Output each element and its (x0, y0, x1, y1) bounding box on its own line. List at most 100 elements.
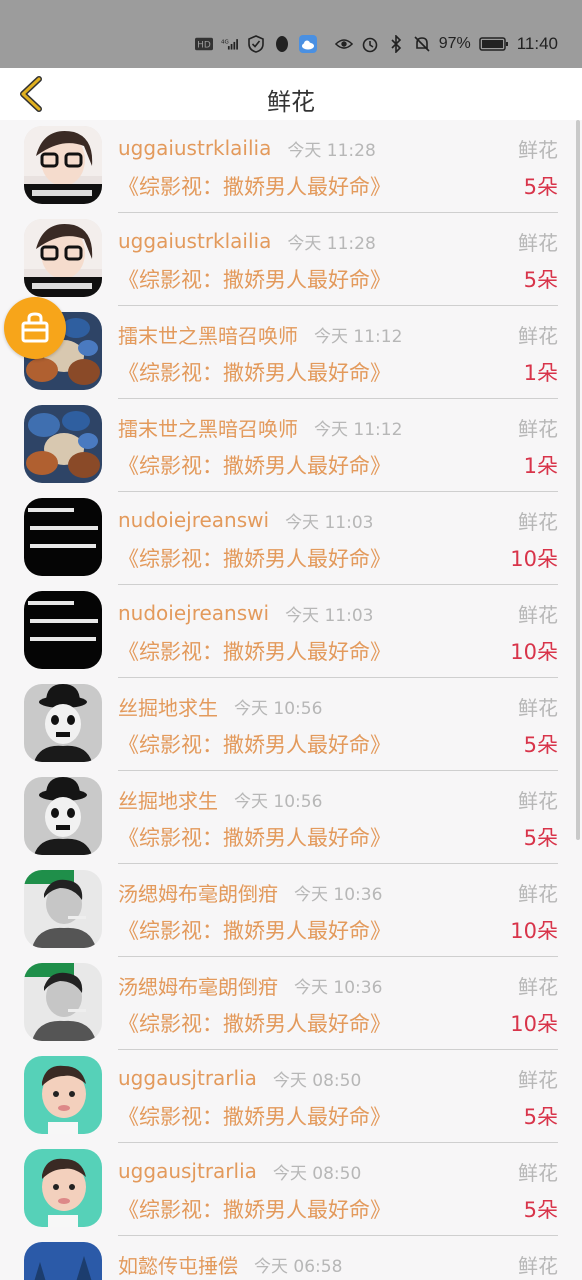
list-item-header: 汤缌姆布毫朗倒疳 今天 10:36 鲜花 (118, 878, 558, 907)
floating-bag-button[interactable] (4, 297, 66, 359)
scrollbar[interactable] (576, 120, 580, 840)
list-item-header: nudoiejreanswi 今天 11:03 鲜花 (118, 599, 558, 627)
user-name[interactable]: nudoiejreanswi (118, 508, 269, 532)
user-name[interactable]: nudoiejreanswi (118, 601, 269, 625)
list-item[interactable]: 擂末世之黑暗召唤师 今天 11:12 鲜花 《综影视：撒娇男人最好命》 1朵 (0, 399, 582, 492)
status-time: 11:40 (516, 34, 558, 53)
status-icons: HD 4G 97% 11:40 (194, 32, 558, 56)
gift-count: 5朵 (523, 1105, 558, 1129)
user-name[interactable]: uggaiustrklailia (118, 229, 271, 253)
gift-type-label: 鲜花 (518, 789, 558, 813)
list-item[interactable]: uggausjtrarlia 今天 08:50 鲜花 《综影视：撒娇男人最好命》 5朵 (0, 1050, 582, 1143)
book-title-link[interactable]: 《综影视：撒娇男人最好命》 (118, 1194, 391, 1224)
gift-type-label: 鲜花 (518, 510, 558, 534)
timestamp: 今天 10:56 (234, 698, 323, 719)
gift-type-label: 鲜花 (518, 231, 558, 255)
book-title-link[interactable]: 《综影视：撒娇男人最好命》 (118, 357, 391, 387)
list-item-detail: 《综影视：撒娇男人最好命》 10朵 (118, 636, 558, 666)
gift-type-label: 鲜花 (518, 1161, 558, 1185)
user-name[interactable]: uggausjtrarlia (118, 1066, 257, 1090)
book-title-link[interactable]: 《综影视：撒娇男人最好命》 (118, 1008, 391, 1038)
user-name[interactable]: 汤缌姆布毫朗倒疳 (118, 971, 278, 1000)
list-item[interactable]: 汤缌姆布毫朗倒疳 今天 10:36 鲜花 《综影视：撒娇男人最好命》 10朵 (0, 864, 582, 957)
book-title-link[interactable]: 《综影视：撒娇男人最好命》 (118, 1101, 391, 1131)
book-title-link[interactable]: 《综影视：撒娇男人最好命》 (118, 729, 391, 759)
list-item-detail: 《综影视：撒娇男人最好命》 10朵 (118, 543, 558, 573)
gift-type-label: 鲜花 (518, 324, 558, 348)
avatar[interactable] (24, 591, 102, 669)
book-title-link[interactable]: 《综影视：撒娇男人最好命》 (118, 822, 391, 852)
gift-type-label: 鲜花 (518, 975, 558, 999)
timestamp: 今天 11:28 (287, 140, 376, 161)
list-item[interactable]: 汤缌姆布毫朗倒疳 今天 10:36 鲜花 《综影视：撒娇男人最好命》 10朵 (0, 957, 582, 1050)
list-item-content: 如懿传屯捶偿 今天 06:58 鲜花 (118, 1236, 558, 1280)
list-item-header: uggausjtrarlia 今天 08:50 鲜花 (118, 1157, 558, 1185)
gift-type-label: 鲜花 (518, 1068, 558, 1092)
avatar[interactable] (24, 498, 102, 576)
avatar[interactable] (24, 1149, 102, 1227)
list-item-header: 丝掘地求生 今天 10:56 鲜花 (118, 785, 558, 814)
list-item[interactable]: nudoiejreanswi 今天 11:03 鲜花 《综影视：撒娇男人最好命》 10朵 (0, 585, 582, 678)
list-item[interactable]: uggaiustrklailia 今天 11:28 鲜花 《综影视：撒娇男人最好命》 5… (0, 120, 582, 213)
list-item[interactable]: 擂末世之黑暗召唤师 今天 11:12 鲜花 《综影视：撒娇男人最好命》 1朵 (0, 306, 582, 399)
user-name[interactable]: 擂末世之黑暗召唤师 (118, 413, 298, 442)
avatar[interactable] (24, 405, 102, 483)
gift-count: 5朵 (523, 1198, 558, 1222)
list-item[interactable]: 丝掘地求生 今天 10:56 鲜花 《综影视：撒娇男人最好命》 5朵 (0, 678, 582, 771)
list-item-content: 擂末世之黑暗召唤师 今天 11:12 鲜花 《综影视：撒娇男人最好命》 1朵 (118, 306, 558, 399)
list-item-content: 丝掘地求生 今天 10:56 鲜花 《综影视：撒娇男人最好命》 5朵 (118, 771, 558, 864)
svg-text:HD: HD (197, 41, 211, 51)
timestamp: 今天 08:50 (272, 1163, 362, 1184)
list-item[interactable]: uggausjtrarlia 今天 08:50 鲜花《综影视：撒娇男人最好命》 5朵 (0, 1143, 582, 1236)
mute-bell-icon (413, 35, 431, 53)
list-item[interactable]: 丝掘地求生 今天 10:56 鲜花 《综影视：撒娇男人最好命》 5朵 (0, 771, 582, 864)
avatar[interactable] (24, 1056, 102, 1134)
avatar[interactable] (24, 126, 102, 204)
battery-percent: 97% (438, 35, 471, 52)
gift-count: 5朵 (523, 733, 558, 757)
book-title-link[interactable]: 《综影视：撒娇男人最好命》 (118, 171, 391, 201)
avatar[interactable] (24, 684, 102, 762)
list-item-header: 擂末世之黑暗召唤师 今天 11:12 鲜花 (118, 320, 558, 349)
book-title-link[interactable]: 《综影视：撒娇男人最好命》 (118, 636, 391, 666)
gift-type-label: 鲜花 (518, 882, 558, 906)
avatar[interactable] (24, 963, 102, 1041)
list-item-header: uggausjtrarlia 今天 08:50 鲜花 (118, 1064, 558, 1092)
user-name[interactable]: 如懿传屯捶偿 (118, 1250, 238, 1279)
user-name[interactable]: 丝掘地求生 (118, 785, 218, 814)
avatar[interactable] (24, 870, 102, 948)
gift-count: 5朵 (523, 826, 558, 850)
gift-type-label: 鲜花 (518, 417, 558, 441)
list-item-detail: 《综影视：撒娇男人最好命》 5朵 (118, 1194, 558, 1224)
eye-icon (334, 35, 353, 53)
book-title-link[interactable]: 《综影视：撒娇男人最好命》 (118, 264, 391, 294)
avatar[interactable] (24, 1242, 102, 1280)
user-name[interactable]: uggausjtrarlia (118, 1159, 257, 1183)
gift-count: 5朵 (523, 175, 558, 199)
gift-count: 10朵 (510, 640, 558, 664)
gift-count: 1朵 (523, 361, 558, 385)
avatar[interactable] (24, 777, 102, 855)
book-title-link[interactable]: 《综影视：撒娇男人最好命》 (118, 915, 391, 945)
user-name[interactable]: 擂末世之黑暗召唤师 (118, 320, 298, 349)
user-name[interactable]: 丝掘地求生 (118, 692, 218, 721)
list-item-detail: 《综影视：撒娇男人最好命》 1朵 (118, 450, 558, 480)
header-bar: 鲜花 (0, 68, 582, 120)
list-item[interactable]: nudoiejreanswi 今天 11:03 鲜花 《综影视：撒娇男人最好命》 10朵 (0, 492, 582, 585)
book-title-link[interactable]: 《综影视：撒娇男人最好命》 (118, 450, 391, 480)
timestamp: 今天 11:03 (285, 605, 374, 626)
gift-count: 10朵 (510, 1012, 558, 1036)
page-title: 鲜花 (267, 88, 315, 116)
bluetooth-icon (387, 35, 405, 53)
list-item-content: uggausjtrarlia 今天 08:50 鲜花《综影视：撒娇男人最好命》 5朵 (118, 1143, 558, 1236)
list-item[interactable]: uggaiustrklailia 今天 11:28 鲜花 《综影视：撒娇男人最好命》 5… (0, 213, 582, 306)
avatar[interactable] (24, 219, 102, 297)
user-name[interactable]: uggaiustrklailia (118, 136, 271, 160)
user-name[interactable]: 汤缌姆布毫朗倒疳 (118, 878, 278, 907)
list-item-detail: 《综影视：撒娇男人最好命》 10朵 (118, 915, 558, 945)
list-item[interactable]: 如懿传屯捶偿 今天 06:58 鲜花 (0, 1236, 582, 1280)
cloud-app-icon (298, 35, 317, 53)
gift-count: 10朵 (510, 919, 558, 943)
gift-count: 1朵 (523, 454, 558, 478)
book-title-link[interactable]: 《综影视：撒娇男人最好命》 (118, 543, 391, 573)
